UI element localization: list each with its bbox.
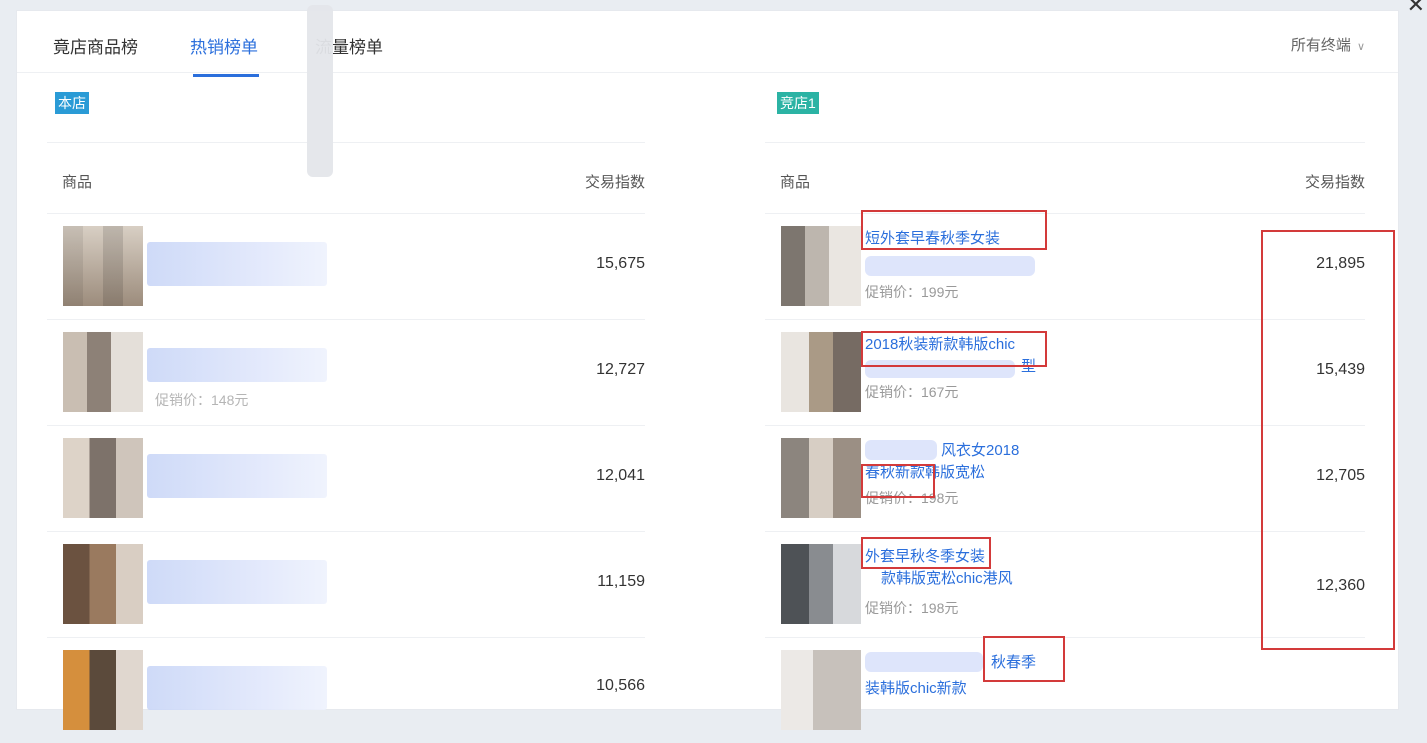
terminal-filter-label: 所有终端 (1290, 37, 1351, 54)
highlight-box (861, 464, 935, 498)
tab-hot-sales[interactable]: 热销榜单 (190, 33, 258, 58)
own-store-column: 本店 商品 交易指数 15,675 促销价：148元 12,727 12,041… (47, 73, 645, 730)
column-header-index: 交易指数 (1304, 174, 1365, 191)
product-thumbnail[interactable] (781, 438, 861, 518)
own-store-label: 本店 (55, 92, 89, 114)
blurred-title (865, 440, 937, 460)
chevron-down-icon: ∨ (1356, 41, 1365, 53)
blurred-title (147, 666, 327, 710)
product-thumbnail[interactable] (63, 332, 143, 412)
table-row[interactable]: 10,566 (47, 638, 645, 743)
promo-price: 促销价：148元 (155, 392, 249, 408)
terminal-filter-dropdown[interactable]: 所有终端 ∨ (1291, 34, 1365, 55)
product-thumbnail[interactable] (63, 544, 143, 624)
divider (765, 142, 1365, 143)
divider (47, 142, 645, 143)
ranking-panel: 竟店商品榜 热销榜单 流量榜单 所有终端 ∨ 本店 商品 交易指数 15,675 … (16, 5, 1399, 730)
product-thumbnail[interactable] (63, 226, 143, 306)
blurred-title (147, 454, 327, 498)
highlight-box-index-column (1261, 230, 1395, 650)
promo-price: 促销价：167元 (865, 384, 959, 400)
highlight-box (861, 537, 991, 569)
trade-index-value: 15,675 (596, 255, 645, 272)
column-header-index: 交易指数 (584, 174, 645, 191)
highlight-box (861, 331, 1047, 367)
highlight-box (983, 636, 1065, 682)
promo-price: 促销价：198元 (865, 600, 959, 616)
blurred-title (865, 256, 1035, 276)
product-thumbnail[interactable] (781, 544, 861, 624)
close-icon[interactable]: ✕ (1407, 0, 1425, 16)
product-thumbnail[interactable] (63, 650, 143, 730)
trade-index-value: 11,159 (597, 573, 645, 590)
competitor-column: 竞店1 商品 交易指数 短外套早春秋季女装 促销价：199元 21,895 20… (765, 73, 1395, 730)
trade-index-value: 10,566 (596, 677, 645, 694)
product-thumbnail[interactable] (781, 650, 861, 730)
product-thumbnail[interactable] (781, 332, 861, 412)
blurred-title (147, 348, 327, 382)
blurred-title (865, 652, 983, 672)
trade-index-value: 12,727 (596, 361, 645, 378)
table-row[interactable]: 12,041 (47, 426, 645, 531)
column-header-item: 商品 (62, 174, 93, 191)
column-header-item: 商品 (780, 174, 811, 191)
competitor-store-label: 竞店1 (777, 92, 819, 114)
trade-index-value: 12,041 (596, 467, 645, 484)
promo-price: 促销价：199元 (865, 284, 959, 300)
product-thumbnail[interactable] (781, 226, 861, 306)
blurred-overlay (307, 5, 333, 177)
table-row[interactable]: 15,675 (47, 214, 645, 319)
blurred-title (147, 560, 327, 604)
table-row[interactable]: 11,159 (47, 532, 645, 637)
product-title-link[interactable]: 风衣女2018 (941, 440, 1061, 462)
product-thumbnail[interactable] (63, 438, 143, 518)
tab-competitor-items[interactable]: 竟店商品榜 (53, 33, 138, 58)
product-title-line2[interactable]: 款韩版宽松chic港风 (881, 568, 1111, 590)
blurred-title (147, 242, 327, 286)
table-row[interactable]: 秋春季 装韩版chic新款 (765, 636, 1365, 743)
table-row[interactable]: 促销价：148元 12,727 (47, 320, 645, 425)
highlight-box (861, 210, 1047, 250)
